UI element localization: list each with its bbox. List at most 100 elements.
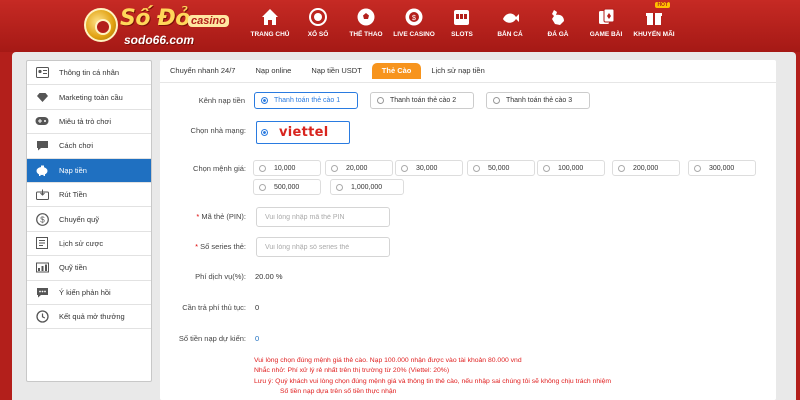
dollar-circle-icon: $ <box>35 212 49 226</box>
account-sidebar: Thông tin cá nhân Marketing toàn cầu Miê… <box>26 60 152 382</box>
nav-card-games[interactable]: GAME BÀI <box>586 0 626 52</box>
notice-line-2: Nhắc nhở: Phí xử lý rẻ nhất trên thị trư… <box>254 367 450 374</box>
amount-option[interactable]: 1,000,000 <box>330 179 404 195</box>
sidebar-item-fund[interactable]: Quỹ tiền <box>27 256 151 281</box>
amount-value: 500,000 <box>274 183 300 191</box>
site-logo[interactable]: Số Đỏ casino sodo66.com <box>84 4 244 48</box>
radio-dot <box>259 164 266 172</box>
notice-line-3: Lưu ý: Quý khách vui lòng chọn đúng mệnh… <box>254 378 612 385</box>
tab-deposit-history[interactable]: Lịch sử nạp tiền <box>421 63 494 79</box>
radio-dot <box>331 164 338 172</box>
amount-option[interactable]: 30,000 <box>395 160 463 176</box>
sidebar-item-label: Ý kiến phản hồi <box>59 287 111 297</box>
amount-value: 50,000 <box>488 164 510 172</box>
casino-chip-icon: $ <box>403 6 425 28</box>
nav-cockfight[interactable]: ĐÁ GÀ <box>538 0 578 52</box>
extra-fee-value: 0 <box>255 303 260 312</box>
channel-option-3[interactable]: Thanh toán thẻ cào 3 <box>486 92 590 109</box>
pin-input[interactable] <box>256 207 390 227</box>
gamepad-icon <box>35 114 49 128</box>
nav-lottery[interactable]: XỔ SỐ <box>298 0 338 52</box>
channel-option-label: Thanh toán thẻ cào 1 <box>274 97 341 104</box>
tab-scratch-card[interactable]: Thẻ Cào <box>371 63 422 79</box>
nav-slots[interactable]: SLOTS <box>442 0 482 52</box>
sidebar-item-deposit[interactable]: Nạp tiền <box>27 158 151 183</box>
tab-usdt-deposit[interactable]: Nạp tiền USDT <box>301 63 371 79</box>
sidebar-item-label: Cách chơi <box>59 141 94 151</box>
piggy-bank-icon <box>35 163 49 177</box>
radio-dot <box>401 164 408 172</box>
amount-value: 200,000 <box>633 164 659 172</box>
amount-value: 300,000 <box>709 164 735 172</box>
amount-option[interactable]: 300,000 <box>688 160 756 176</box>
nav-promotions[interactable]: HOT KHUYẾN MÃI <box>633 0 675 52</box>
sidebar-item-bet-history[interactable]: Lịch sử cược <box>27 232 151 257</box>
radio-dot <box>493 97 500 104</box>
notice-line-1: Vui lòng chọn đúng mệnh giá thẻ cào. Nạp… <box>254 357 522 364</box>
serial-label-text: Số series thẻ: <box>200 242 246 251</box>
sidebar-item-transfer[interactable]: $ Chuyển quỹ <box>27 207 151 232</box>
amount-value: 100,000 <box>558 164 584 172</box>
svg-text:$: $ <box>412 15 416 22</box>
radio-dot <box>473 164 480 172</box>
soccer-ball-icon <box>355 6 377 28</box>
pin-label: * Mã thẻ (PIN): <box>196 212 246 221</box>
radio-dot <box>261 97 268 104</box>
sidebar-item-feedback[interactable]: Ý kiến phản hồi <box>27 281 151 305</box>
amount-option[interactable]: 20,000 <box>325 160 393 176</box>
nav-live-casino[interactable]: $ LIVE CASINO <box>393 0 435 52</box>
sidebar-item-how-to-play[interactable]: Cách chơi <box>27 134 151 159</box>
nav-sports[interactable]: THỂ THAO <box>346 0 386 52</box>
sidebar-item-marketing[interactable]: Marketing toàn cầu <box>27 85 151 110</box>
tab-divider <box>160 82 776 83</box>
cards-icon <box>595 6 617 28</box>
main-nav: TRANG CHỦ XỔ SỐ THỂ THAO $ LIVE CASINO S… <box>250 0 682 52</box>
sidebar-item-withdraw[interactable]: Rút Tiền <box>27 183 151 208</box>
radio-dot <box>618 164 625 172</box>
nav-label: TRANG CHỦ <box>250 31 290 38</box>
sidebar-item-label: Marketing toàn cầu <box>59 92 123 102</box>
sidebar-item-profile[interactable]: Thông tin cá nhân <box>27 61 151 86</box>
amount-option[interactable]: 100,000 <box>537 160 605 176</box>
sidebar-item-game-description[interactable]: Miêu tả trò chơi <box>27 110 151 135</box>
fee-label: Phí dịch vụ(%): <box>195 272 246 281</box>
expected-amount-label: Số tiền nạp dự kiến: <box>178 334 246 343</box>
sidebar-item-label: Quỹ tiền <box>59 263 87 273</box>
tab-online-deposit[interactable]: Nạp online <box>245 63 301 79</box>
radio-dot <box>694 164 701 172</box>
hot-badge: HOT <box>655 2 670 8</box>
feedback-icon <box>35 285 49 299</box>
radio-dot <box>377 97 384 104</box>
pin-label-text: Mã thẻ (PIN): <box>201 212 246 221</box>
logo-name: Số Đỏ <box>120 6 190 31</box>
lottery-ball-icon <box>307 6 329 28</box>
svg-text:$: $ <box>40 215 45 224</box>
carrier-viettel[interactable]: viettel <box>256 121 350 144</box>
serial-input[interactable] <box>256 237 390 257</box>
amount-option[interactable]: 10,000 <box>253 160 321 176</box>
sidebar-item-label: Miêu tả trò chơi <box>59 116 112 126</box>
nav-label: LIVE CASINO <box>393 31 435 38</box>
fund-icon <box>35 261 49 275</box>
logo-emblem-icon <box>84 8 118 42</box>
sidebar-item-label: Kết quả mở thưởng <box>59 312 125 322</box>
fee-value: 20.00 % <box>255 272 283 281</box>
nav-label: XỔ SỐ <box>307 31 329 38</box>
carrier-label: Chọn nhà mạng: <box>190 126 246 135</box>
sidebar-item-label: Nạp tiền <box>59 165 87 175</box>
radio-dot <box>261 129 268 136</box>
tab-fast-transfer[interactable]: Chuyển nhanh 24/7 <box>160 63 245 79</box>
amount-value: 1,000,000 <box>351 183 383 191</box>
home-icon <box>259 6 281 28</box>
sidebar-item-label: Rút Tiền <box>59 190 87 200</box>
amount-option[interactable]: 50,000 <box>467 160 535 176</box>
nav-home[interactable]: TRANG CHỦ <box>250 0 290 52</box>
nav-fishing[interactable]: BẮN CÁ <box>490 0 530 52</box>
channel-option-2[interactable]: Thanh toán thẻ cào 2 <box>370 92 474 109</box>
amount-option[interactable]: 500,000 <box>253 179 321 195</box>
channel-option-1[interactable]: Thanh toán thẻ cào 1 <box>254 92 358 109</box>
rooster-icon <box>547 6 569 28</box>
chat-bubble-icon <box>35 139 49 153</box>
amount-option[interactable]: 200,000 <box>612 160 680 176</box>
sidebar-item-results[interactable]: Kết quả mở thưởng <box>27 305 151 330</box>
